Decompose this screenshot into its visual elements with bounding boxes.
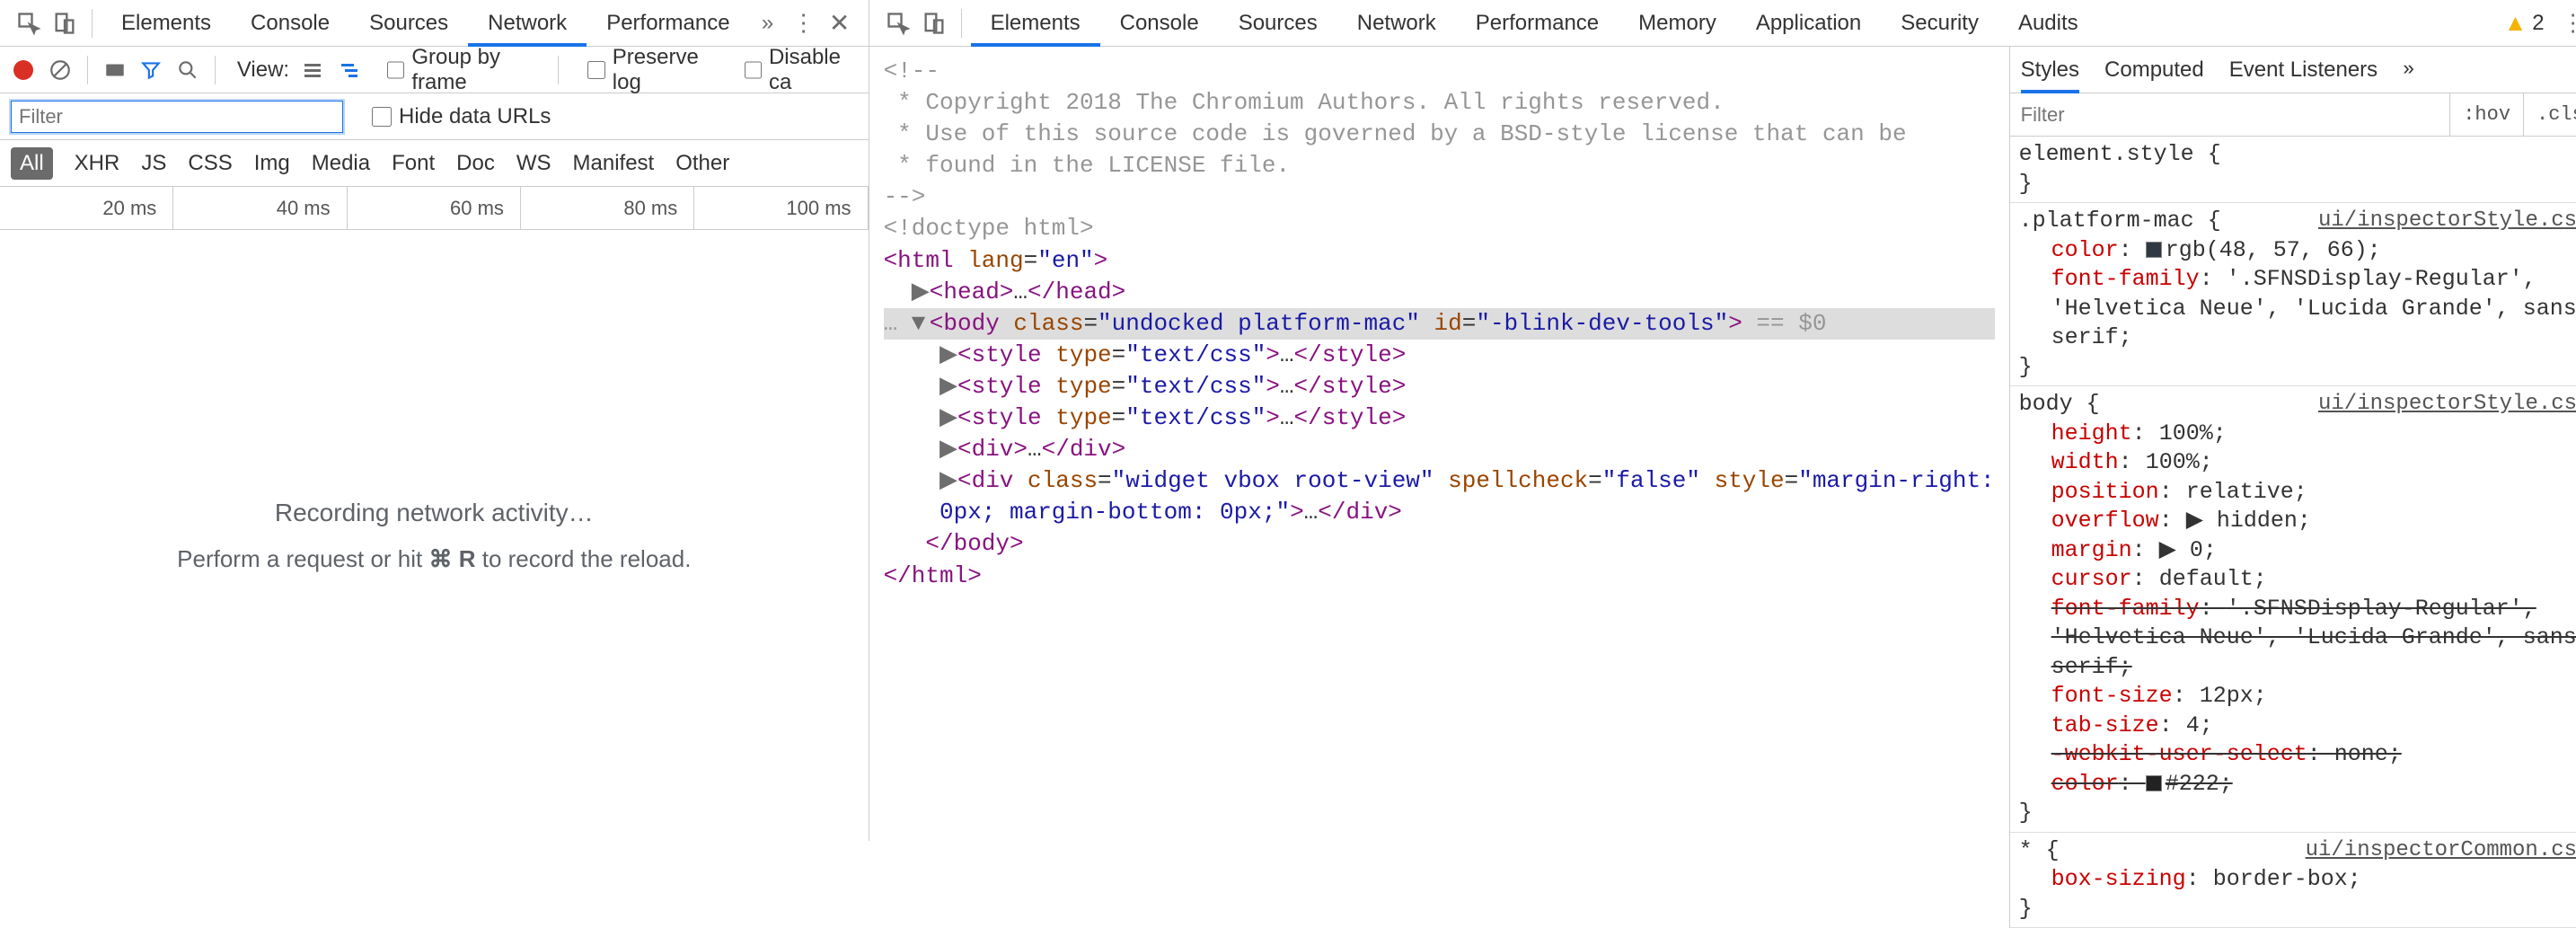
type-css[interactable]: CSS: [188, 151, 232, 176]
view-tree-icon[interactable]: [336, 56, 361, 84]
cls-toggle[interactable]: .cls: [2523, 93, 2576, 136]
disable-cache-checkbox[interactable]: Disable ca: [745, 45, 858, 95]
tab-elements[interactable]: Elements: [971, 0, 1100, 47]
style-rules: element.style {}.platform-mac {ui/inspec…: [2010, 137, 2576, 928]
close-icon[interactable]: ✕: [822, 5, 858, 41]
search-icon[interactable]: [175, 56, 200, 84]
type-doc[interactable]: Doc: [456, 151, 495, 176]
styles-panel: Styles Computed Event Listeners » :hov .…: [2009, 47, 2576, 928]
view-label: View:: [237, 57, 289, 83]
network-toolbar: View: Group by frame Preserve log Disabl…: [0, 47, 869, 93]
tab-console[interactable]: Console: [231, 0, 349, 47]
tab-audits[interactable]: Audits: [1998, 0, 2098, 47]
tabbar-left: Elements Console Sources Network Perform…: [0, 0, 869, 47]
view-waterfall-icon[interactable]: [300, 56, 325, 84]
timeline-ruler[interactable]: 20 ms 40 ms 60 ms 80 ms 100 ms: [0, 187, 869, 230]
record-button[interactable]: [11, 56, 36, 84]
styles-tab-computed[interactable]: Computed: [2104, 47, 2204, 93]
tab-elements[interactable]: Elements: [101, 0, 231, 47]
separator: [92, 9, 93, 38]
style-rule[interactable]: element.style {}: [2010, 137, 2576, 203]
type-img[interactable]: Img: [254, 151, 290, 176]
kebab-menu-icon[interactable]: ⋮: [2555, 5, 2576, 41]
kebab-menu-icon[interactable]: ⋮: [786, 5, 822, 41]
devtools-left: Elements Console Sources Network Perform…: [0, 0, 869, 841]
tab-security[interactable]: Security: [1881, 0, 1998, 47]
devtools-right: Elements Console Sources Network Perform…: [869, 0, 2576, 841]
styles-tabbar: Styles Computed Event Listeners »: [2010, 47, 2576, 93]
dom-tree[interactable]: <!-- * Copyright 2018 The Chromium Autho…: [869, 47, 2009, 928]
tab-application[interactable]: Application: [1736, 0, 1881, 47]
tab-network[interactable]: Network: [468, 0, 587, 47]
timeline-tick: 40 ms: [173, 187, 347, 229]
type-ws[interactable]: WS: [516, 151, 551, 176]
styles-tab-styles[interactable]: Styles: [2021, 47, 2079, 93]
tab-sources[interactable]: Sources: [1219, 0, 1337, 47]
style-rule[interactable]: * {ui/inspectorCommon.css:45box-sizing: …: [2010, 833, 2576, 928]
styles-tab-eventlisteners[interactable]: Event Listeners: [2229, 47, 2378, 93]
more-tabs-icon[interactable]: »: [2403, 58, 2414, 81]
warning-icon: ▲: [2504, 9, 2527, 37]
type-js[interactable]: JS: [141, 151, 166, 176]
tab-performance[interactable]: Performance: [1456, 0, 1619, 47]
type-font[interactable]: Font: [392, 151, 435, 176]
preserve-log-checkbox[interactable]: Preserve log: [587, 45, 719, 95]
toggle-device-icon[interactable]: [916, 5, 952, 41]
timeline-tick: 60 ms: [348, 187, 521, 229]
hov-toggle[interactable]: :hov: [2449, 93, 2523, 136]
filter-row: Hide data URLs: [0, 93, 869, 140]
network-empty-state: Recording network activity… Perform a re…: [0, 230, 869, 841]
capture-screenshots-icon[interactable]: [102, 56, 128, 84]
style-rule[interactable]: .platform-mac {ui/inspectorStyle.css:94c…: [2010, 203, 2576, 386]
tab-network[interactable]: Network: [1337, 0, 1456, 47]
tab-memory[interactable]: Memory: [1619, 0, 1736, 47]
toggle-device-icon[interactable]: [47, 5, 83, 41]
recording-label: Recording network activity…: [275, 499, 594, 527]
warnings-count[interactable]: ▲2: [2493, 9, 2555, 37]
more-tabs-icon[interactable]: »: [750, 5, 786, 41]
styles-filter-input[interactable]: [2010, 103, 2450, 127]
tab-sources[interactable]: Sources: [349, 0, 468, 47]
tab-performance[interactable]: Performance: [587, 0, 749, 47]
clear-icon[interactable]: [47, 56, 72, 84]
style-rule[interactable]: body {ui/inspectorStyle.css:75height: 10…: [2010, 386, 2576, 833]
timeline-tick: 80 ms: [521, 187, 694, 229]
hide-data-urls-checkbox[interactable]: Hide data URLs: [372, 104, 551, 129]
type-media[interactable]: Media: [312, 151, 370, 176]
type-xhr[interactable]: XHR: [75, 151, 120, 176]
tabbar-right: Elements Console Sources Network Perform…: [869, 0, 2576, 47]
timeline-tick: 100 ms: [694, 187, 868, 229]
request-types: All XHR JS CSS Img Media Font Doc WS Man…: [0, 140, 869, 187]
tab-console[interactable]: Console: [1100, 0, 1219, 47]
inspect-element-icon[interactable]: [11, 5, 47, 41]
group-by-frame-checkbox[interactable]: Group by frame: [387, 45, 544, 95]
type-manifest[interactable]: Manifest: [573, 151, 655, 176]
hint-label: Perform a request or hit ⌘ R to record t…: [177, 545, 691, 573]
inspect-element-icon[interactable]: [880, 5, 916, 41]
filter-input[interactable]: [11, 101, 343, 133]
filter-icon[interactable]: [138, 56, 163, 84]
type-all[interactable]: All: [11, 147, 53, 180]
type-other[interactable]: Other: [675, 151, 729, 176]
styles-filter-row: :hov .cls +: [2010, 93, 2576, 137]
timeline-tick: 20 ms: [0, 187, 173, 229]
